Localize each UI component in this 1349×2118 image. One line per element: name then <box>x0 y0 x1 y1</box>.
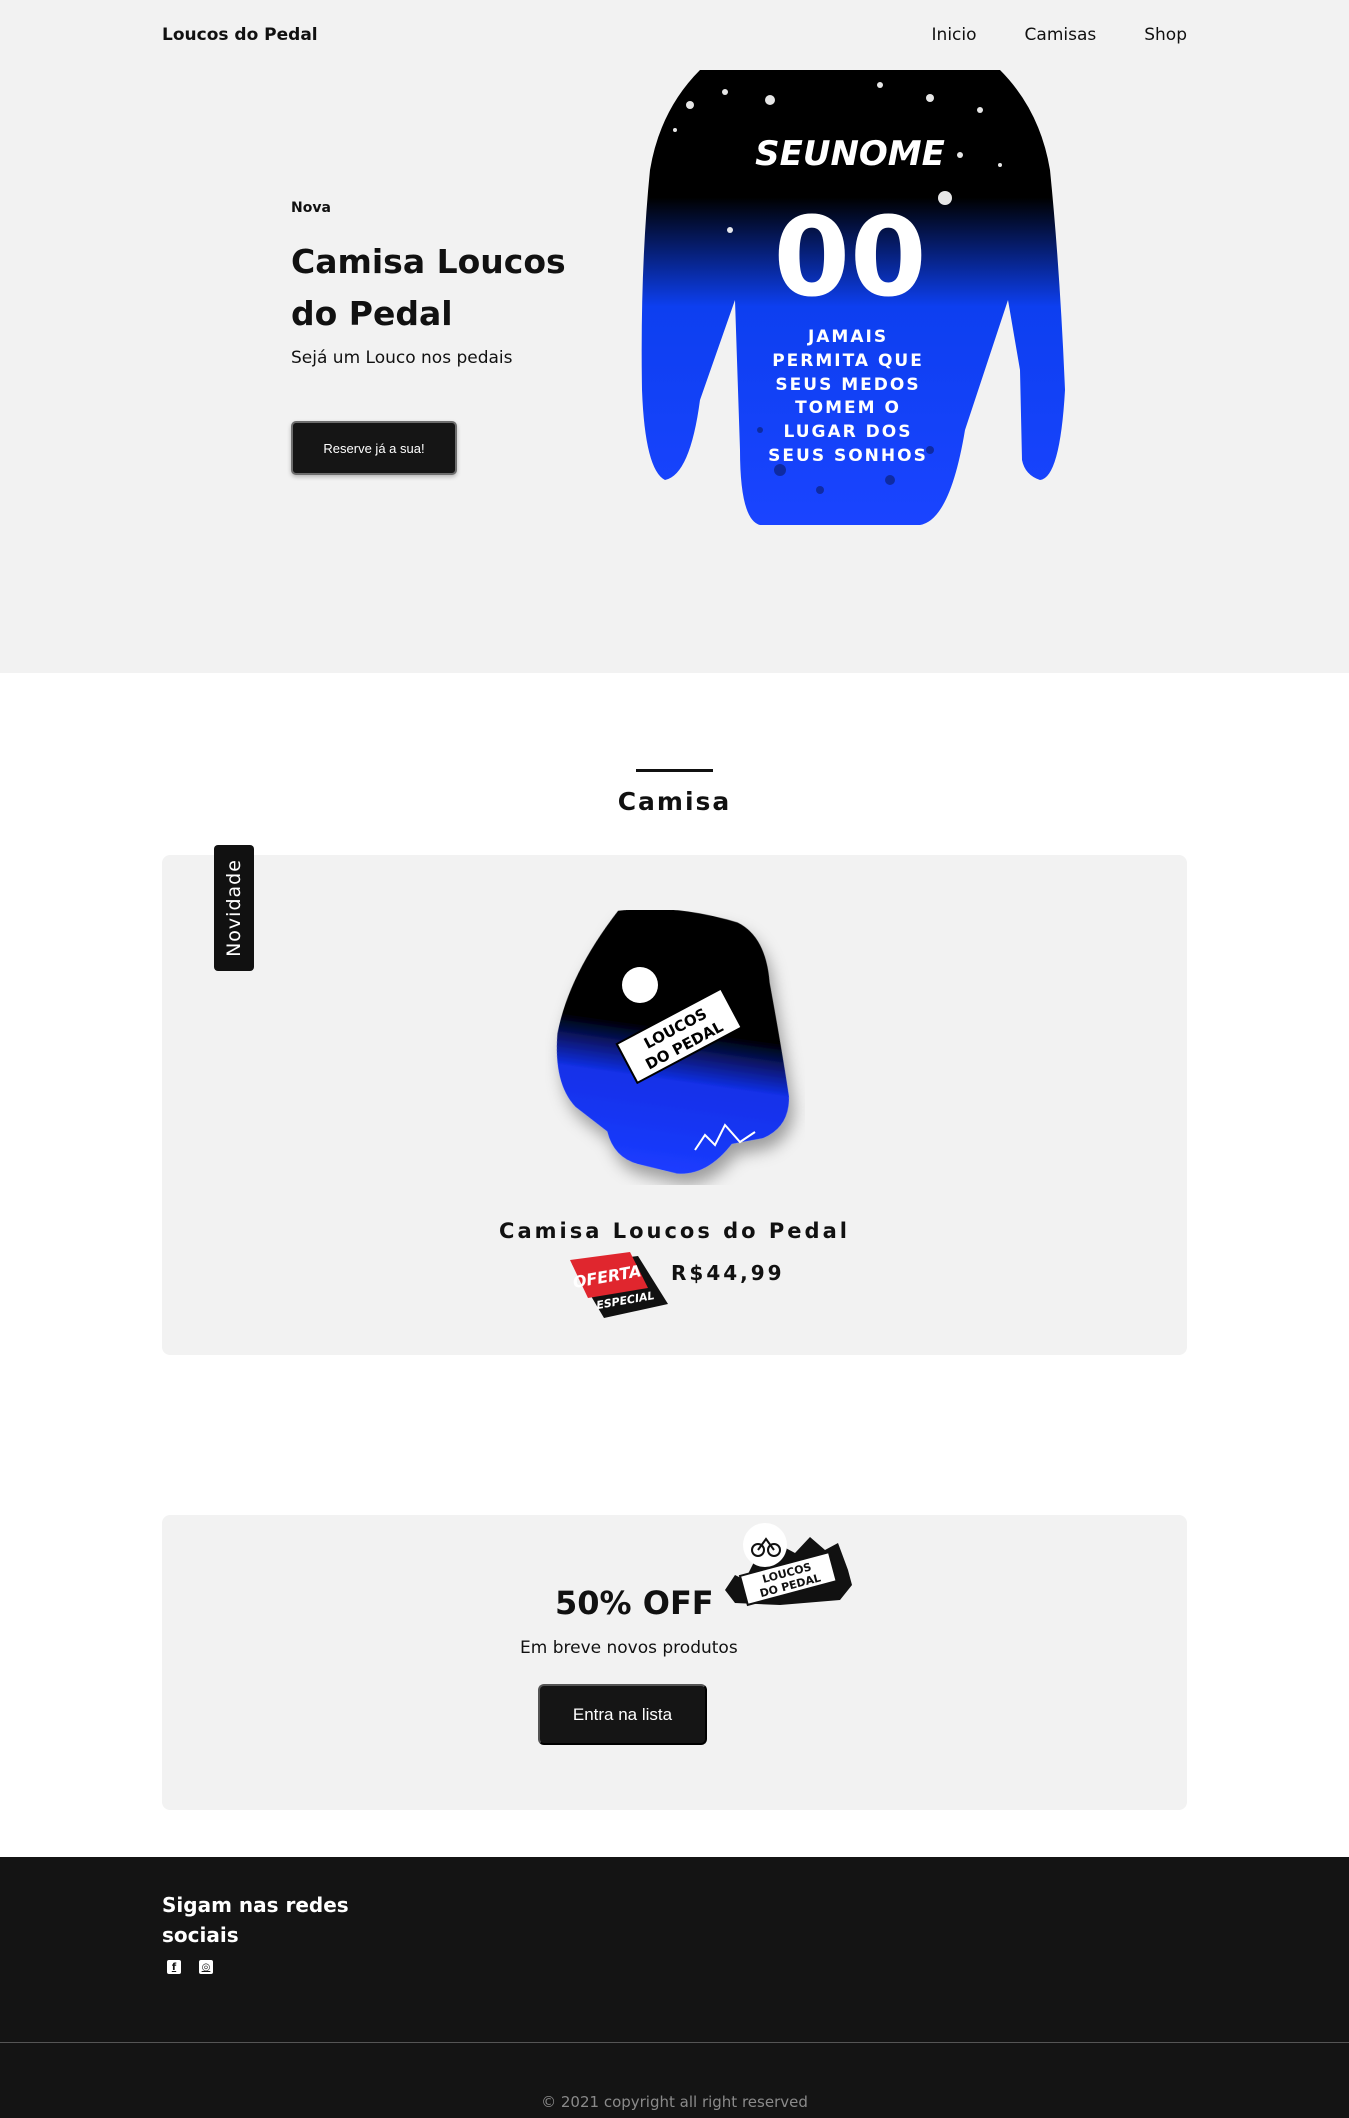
novelty-badge: Novidade <box>214 845 254 971</box>
brand-logo-badge: LOUCOS DO PEDAL <box>725 1523 852 1607</box>
main-nav: Inicio Camisas Shop <box>932 25 1187 45</box>
jersey-slogan-line: TOMEM O <box>795 398 901 418</box>
facebook-icon[interactable]: f <box>167 1960 181 1974</box>
nav-link-camisas[interactable]: Camisas <box>1025 25 1097 45</box>
hero-subtitle: Sejá um Louco nos pedais <box>291 348 513 368</box>
instagram-icon[interactable]: ◎ <box>199 1960 213 1974</box>
section-title: Camisa <box>617 787 732 816</box>
promo-card <box>162 1515 1187 1810</box>
section-divider <box>636 769 713 772</box>
join-list-button[interactable]: Entra na lista <box>538 1684 707 1745</box>
jersey-slogan-line: SEUS MEDOS <box>775 375 920 395</box>
footer-divider <box>0 2042 1349 2043</box>
footer-title: Sigam nas redes sociais <box>162 1893 349 1947</box>
promo-title: 50% OFF <box>555 1584 714 1622</box>
product-jersey-image[interactable]: LOUCOS DO PEDAL <box>545 910 805 1185</box>
promo-subtitle: Em breve novos produtos <box>520 1638 738 1658</box>
nav-link-inicio[interactable]: Inicio <box>932 25 977 45</box>
brand-logo[interactable]: Loucos do Pedal <box>162 25 318 45</box>
hero-jersey-image: SEUNOME 00 JAMAIS PERMITA QUE SEUS MEDOS… <box>641 70 1065 525</box>
product-price: R$44,99 <box>671 1261 785 1285</box>
nav-link-shop[interactable]: Shop <box>1144 25 1187 45</box>
product-name[interactable]: Camisa Loucos do Pedal <box>0 1219 1349 1243</box>
special-offer-sticker: OFERTA ESPECIAL <box>570 1252 668 1318</box>
hero-tag: Nova <box>291 200 331 216</box>
jersey-slogan-line: SEUS SONHOS <box>768 446 928 466</box>
jersey-name-text: SEUNOME <box>755 134 945 174</box>
jersey-number-text: 00 <box>773 193 926 321</box>
copyright-text: © 2021 copyright all right reserved <box>541 2093 808 2111</box>
hero-title: Camisa Loucos do Pedal <box>291 242 566 333</box>
jersey-slogan-line: JAMAIS <box>807 327 888 347</box>
jersey-slogan-line: LUGAR DOS <box>784 422 913 442</box>
reserve-button[interactable]: Reserve já a sua! <box>291 421 457 475</box>
jersey-slogan-line: PERMITA QUE <box>772 351 924 371</box>
